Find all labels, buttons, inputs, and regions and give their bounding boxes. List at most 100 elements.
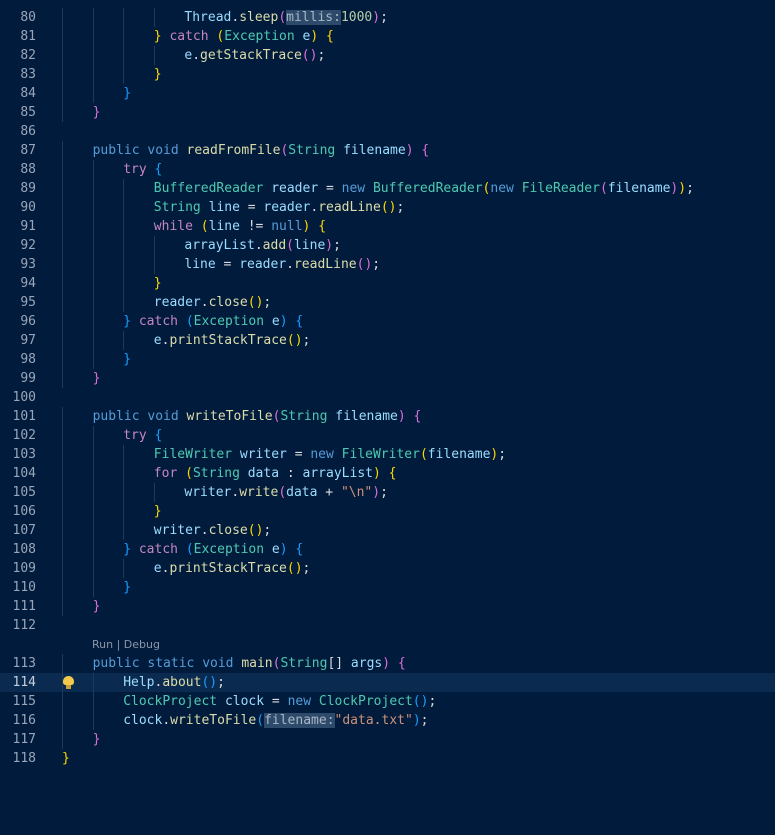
- code-token: reader: [263, 200, 311, 215]
- code-line[interactable]: 85}: [0, 103, 775, 122]
- code-token: []: [327, 656, 344, 671]
- code-line[interactable]: 100: [0, 388, 775, 407]
- code-line[interactable]: 112: [0, 616, 775, 635]
- code-token: Exception: [224, 29, 295, 44]
- code-line[interactable]: 101 public void writeToFile(String filena…: [0, 407, 775, 426]
- code-line[interactable]: 109 e.printStackTrace();: [0, 559, 775, 578]
- code-line[interactable]: 90 String line = reader.readLine();: [0, 198, 775, 217]
- code-token: e: [153, 561, 162, 576]
- indent-guide: [62, 711, 63, 730]
- code-token: ;: [380, 10, 388, 25]
- code-text: while (line != null) {: [154, 217, 326, 236]
- code-line[interactable]: 99}: [0, 369, 775, 388]
- code-line[interactable]: 105 writer.write(data + "\n");: [0, 483, 775, 502]
- code-line[interactable]: 96} catch (Exception e) {: [0, 312, 775, 331]
- codelens-run-debug[interactable]: Run | Debug: [92, 635, 160, 654]
- code-token: ): [397, 409, 406, 424]
- code-line[interactable]: 88 try {: [0, 160, 775, 179]
- line-number: 93: [20, 257, 36, 272]
- code-line[interactable]: 84}: [0, 84, 775, 103]
- code-line[interactable]: 113 public static void main(String[] args…: [0, 654, 775, 673]
- code-token: }: [123, 352, 132, 367]
- code-line[interactable]: 95 reader.close();: [0, 293, 775, 312]
- code-token: line: [208, 200, 240, 215]
- code-line[interactable]: 108} catch (Exception e) {: [0, 540, 775, 559]
- code-line[interactable]: 89 BufferedReader reader = new BufferedRe…: [0, 179, 775, 198]
- code-line[interactable]: 98}: [0, 350, 775, 369]
- code-line[interactable]: 93 line = reader.readLine();: [0, 255, 775, 274]
- code-line[interactable]: 116 clock.writeToFile(filename:"data.txt"…: [0, 711, 775, 730]
- code-token: .: [192, 48, 201, 63]
- code-line[interactable]: 102 try {: [0, 426, 775, 445]
- line-number: 117: [12, 732, 36, 747]
- code-line[interactable]: 86: [0, 122, 775, 141]
- indent-guide: [92, 464, 94, 483]
- indent-guide: [123, 255, 125, 274]
- code-line[interactable]: 80 Thread.sleep(millis:1000);: [0, 8, 775, 27]
- code-line[interactable]: 111}: [0, 597, 775, 616]
- code-line[interactable]: 82 e.getStackTrace();: [0, 46, 775, 65]
- code-token: ): [372, 10, 381, 25]
- lightbulb-icon[interactable]: [63, 676, 74, 689]
- indent-guide: [123, 483, 125, 502]
- code-line[interactable]: 91 while (line != null) {: [0, 217, 775, 236]
- indent-guide: [62, 559, 63, 578]
- line-number: 105: [12, 485, 36, 500]
- code-token: ;: [686, 181, 694, 196]
- line-number: 88: [20, 162, 36, 177]
- code-line[interactable]: 83}: [0, 65, 775, 84]
- line-number: 109: [12, 561, 36, 576]
- code-line[interactable]: 114 Help.about();: [0, 673, 775, 692]
- code-token: !=: [239, 219, 272, 234]
- code-token: (: [278, 485, 287, 500]
- indent-guide: [92, 312, 94, 331]
- indent-guide: [62, 84, 63, 103]
- code-text: }: [93, 597, 101, 616]
- code-token: ): [209, 675, 218, 690]
- indent-guide: [123, 331, 125, 350]
- indent-guide: [62, 27, 63, 46]
- code-line[interactable]: 81} catch (Exception e) {: [0, 27, 775, 46]
- line-number: 102: [12, 428, 36, 443]
- indent-guide: [92, 692, 94, 711]
- indent-guide: [92, 198, 94, 217]
- code-line[interactable]: 104 for (String data : arrayList) {: [0, 464, 775, 483]
- code-line[interactable]: 115 ClockProject clock = new ClockProject…: [0, 692, 775, 711]
- indent-guide: [92, 540, 94, 559]
- code-line[interactable]: 92 arrayList.add(line);: [0, 236, 775, 255]
- code-token: write: [239, 485, 279, 500]
- code-token: try: [123, 428, 147, 443]
- inlay-hint: filename:: [264, 713, 335, 728]
- indent-guide: [153, 46, 155, 65]
- code-line[interactable]: 117}: [0, 730, 775, 749]
- indent-guide: [92, 84, 94, 103]
- code-line[interactable]: 106}: [0, 502, 775, 521]
- code-editor[interactable]: 80 Thread.sleep(millis:1000); 81} catch (E…: [0, 0, 775, 835]
- indent-guide: [123, 46, 125, 65]
- code-text: }: [93, 369, 101, 388]
- code-token: for: [153, 466, 178, 481]
- code-token: String: [288, 143, 336, 158]
- code-line[interactable]: 97 e.printStackTrace();: [0, 331, 775, 350]
- code-text: arrayList.add(line);: [184, 236, 341, 255]
- indent-guide: [92, 217, 94, 236]
- code-token: static: [147, 656, 195, 671]
- code-line[interactable]: 103 FileWriter writer = new FileWriter(fi…: [0, 445, 775, 464]
- code-line[interactable]: 94}: [0, 274, 775, 293]
- code-token: {: [388, 466, 397, 481]
- code-token: }: [92, 371, 101, 386]
- code-line[interactable]: 118}: [0, 749, 775, 768]
- code-token: new: [341, 181, 366, 196]
- code-token: e: [153, 333, 162, 348]
- code-line[interactable]: 110}: [0, 578, 775, 597]
- code-text: }: [93, 730, 101, 749]
- code-token: {: [295, 314, 304, 329]
- code-line[interactable]: 87 public void readFromFile(String filena…: [0, 141, 775, 160]
- code-line[interactable]: 107 writer.close();: [0, 521, 775, 540]
